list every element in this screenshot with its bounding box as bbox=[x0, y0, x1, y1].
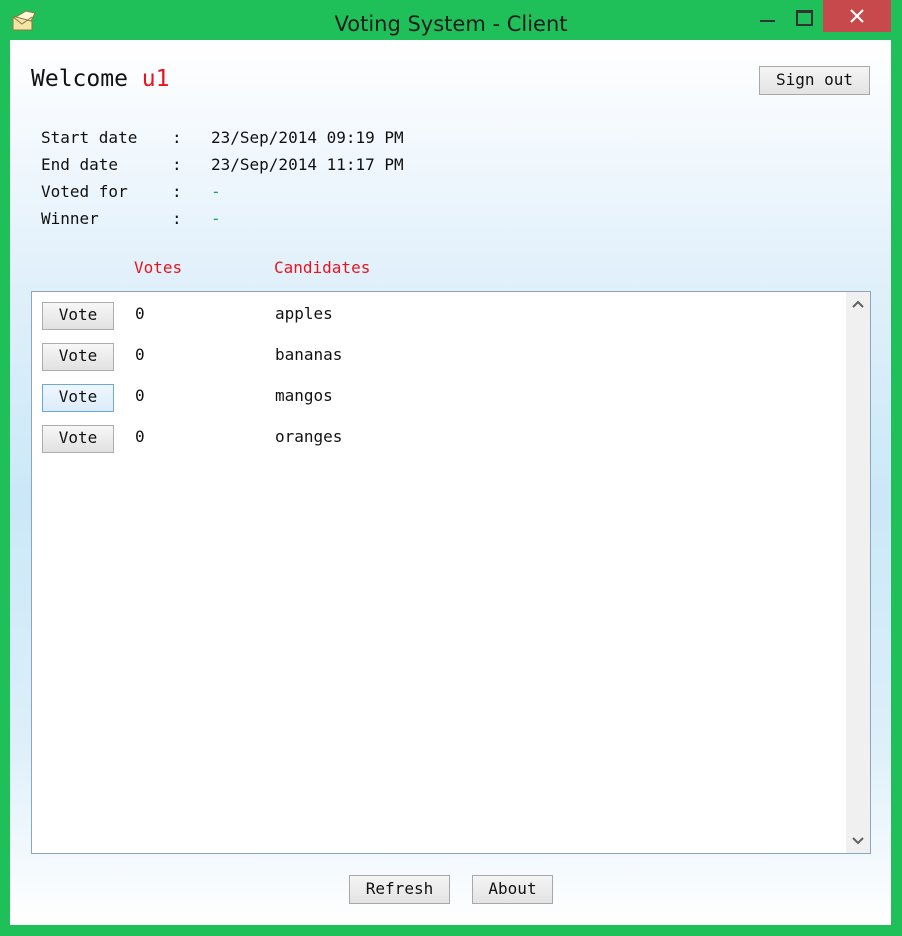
candidate-name: mangos bbox=[275, 386, 333, 405]
start-date-value: 23/Sep/2014 09:19 PM bbox=[211, 128, 404, 147]
candidate-name: apples bbox=[275, 304, 333, 323]
info-label: Voted for bbox=[41, 182, 128, 201]
votes-column-header: Votes bbox=[134, 258, 183, 277]
client-area: Welcome u1 Sign out Start date : 23/Sep/… bbox=[10, 40, 891, 925]
envelope-icon bbox=[12, 10, 36, 31]
list-item: Vote 0 apples bbox=[42, 302, 822, 332]
info-label: Start date bbox=[41, 128, 138, 147]
minimize-button[interactable] bbox=[748, 0, 788, 32]
title-bar[interactable]: Voting System - Client bbox=[0, 0, 902, 40]
candidate-name: bananas bbox=[275, 345, 343, 364]
chevron-down-icon[interactable] bbox=[852, 837, 864, 845]
vote-button[interactable]: Vote bbox=[42, 425, 114, 453]
close-icon bbox=[850, 9, 864, 23]
about-button[interactable]: About bbox=[472, 875, 553, 904]
vote-count: 0 bbox=[135, 427, 145, 446]
info-colon: : bbox=[172, 182, 182, 201]
info-colon: : bbox=[172, 209, 182, 228]
vote-count: 0 bbox=[135, 304, 145, 323]
maximize-button[interactable] bbox=[788, 0, 822, 32]
candidate-list[interactable]: Vote 0 apples Vote 0 bananas Vote 0 mang… bbox=[31, 291, 871, 854]
close-button[interactable] bbox=[823, 0, 891, 32]
info-label: End date bbox=[41, 155, 119, 174]
vote-count: 0 bbox=[135, 386, 145, 405]
vote-count: 0 bbox=[135, 345, 145, 364]
refresh-button[interactable]: Refresh bbox=[349, 875, 450, 904]
vertical-scrollbar[interactable] bbox=[846, 292, 870, 853]
list-item: Vote 0 oranges bbox=[42, 425, 822, 455]
list-item: Vote 0 mangos bbox=[42, 384, 822, 414]
welcome-label: Welcome bbox=[31, 66, 128, 92]
candidates-column-header: Candidates bbox=[274, 258, 371, 277]
winner-value: - bbox=[211, 209, 221, 228]
welcome-heading: Welcome u1 bbox=[31, 66, 170, 92]
chevron-up-icon[interactable] bbox=[852, 300, 864, 308]
info-colon: : bbox=[172, 155, 182, 174]
voted-for-value: - bbox=[211, 182, 221, 201]
list-item: Vote 0 bananas bbox=[42, 343, 822, 373]
app-window: Voting System - Client Welcome u1 Sign o… bbox=[0, 0, 902, 936]
vote-button[interactable]: Vote bbox=[42, 384, 114, 412]
end-date-value: 23/Sep/2014 11:17 PM bbox=[211, 155, 404, 174]
candidate-name: oranges bbox=[275, 427, 343, 446]
vote-button[interactable]: Vote bbox=[42, 302, 114, 330]
info-colon: : bbox=[172, 128, 182, 147]
sign-out-button[interactable]: Sign out bbox=[759, 66, 870, 95]
username: u1 bbox=[141, 66, 170, 92]
vote-button[interactable]: Vote bbox=[42, 343, 114, 371]
info-label: Winner bbox=[41, 209, 99, 228]
